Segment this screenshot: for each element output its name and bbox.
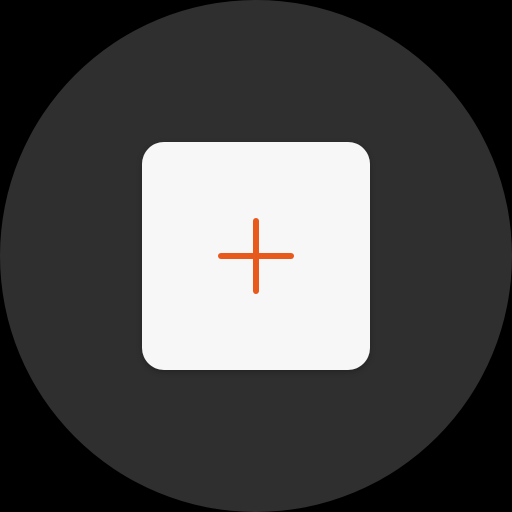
plus-icon <box>218 218 294 294</box>
app-icon-canvas <box>0 0 512 512</box>
